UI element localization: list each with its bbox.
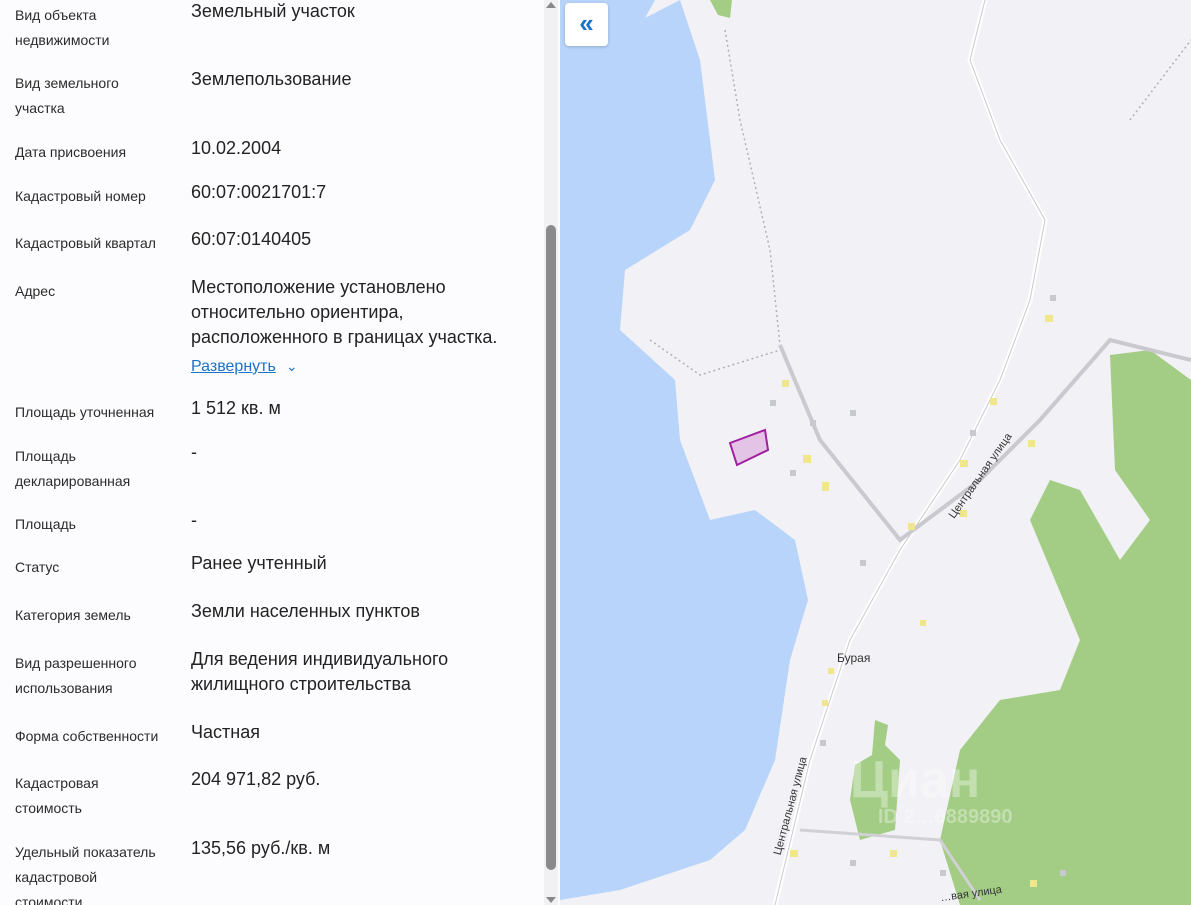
watermark-id: ID 2…6889890	[878, 806, 1013, 828]
field-value: -	[191, 442, 197, 462]
field-value: 204 971,82 руб.	[191, 769, 321, 789]
field-label: Форма собственности	[15, 728, 159, 744]
field-value: 60:07:0021701:7	[191, 182, 327, 202]
path-dotted	[649, 29, 1191, 376]
map-label-village: Бурая	[837, 651, 871, 665]
field-label: Кадастровый номер	[15, 188, 146, 204]
chevron-down-icon: ⌄	[285, 358, 298, 374]
field-value: -	[191, 510, 197, 530]
field-value: 10.02.2004	[191, 138, 282, 158]
field-value: Для ведения индивидуального жилищного ст…	[191, 649, 449, 694]
field-label: Площадь	[15, 516, 76, 532]
field-label: Статус	[15, 559, 60, 575]
field-value: Землепользование	[191, 69, 352, 89]
expand-address-link[interactable]: Развернуть ⌄	[191, 358, 298, 376]
field-label: Площадь декларированная	[15, 448, 131, 489]
scroll-down-arrow-icon[interactable]	[546, 897, 556, 903]
field-label: Дата присвоения	[15, 144, 127, 160]
selected-land-plot	[728, 428, 770, 467]
watermark-logo: Циан	[850, 751, 981, 809]
field-label: Кадастровая стоимость	[15, 775, 99, 816]
field-value: 1 512 кв. м	[191, 398, 281, 418]
field-value: Земли населенных пунктов	[191, 601, 420, 621]
field-value: Ранее учтенный	[191, 553, 327, 573]
lake	[560, 0, 808, 900]
field-value: Земельный участок	[191, 1, 355, 21]
property-details-panel: Вид объекта недвижимости Земельный участо…	[0, 0, 560, 905]
field-value: Частная	[191, 722, 260, 742]
field-label: Адрес	[15, 283, 56, 299]
field-value: Местоположение установлено относительно …	[191, 277, 498, 347]
double-chevron-left-icon: «	[579, 8, 594, 38]
field-value: 135,56 руб./кв. м	[191, 838, 331, 858]
scrollbar-thumb[interactable]	[546, 225, 556, 870]
expand-label: Развернуть	[191, 358, 276, 375]
forest-north	[710, 0, 732, 18]
field-row: Вид объекта недвижимости Земельный участо…	[0, 1, 540, 63]
scroll-up-arrow-icon[interactable]	[546, 2, 556, 8]
field-label: Вид объекта недвижимости	[15, 7, 110, 48]
field-label: Вид земельного участка	[15, 75, 119, 116]
field-label: Кадастровый квартал	[15, 235, 156, 251]
field-label: Площадь уточненная	[15, 404, 155, 420]
collapse-panel-button[interactable]: «	[565, 3, 608, 46]
field-label: Вид разрешенного использования	[15, 655, 137, 696]
panel-scrollbar[interactable]	[544, 0, 558, 905]
field-label: Удельный показатель кадастровой стоимост…	[15, 844, 156, 905]
field-value: 60:07:0140405	[191, 229, 312, 249]
cadastral-map[interactable]: « Бурая Центральная улица Центральная ул…	[560, 0, 1191, 905]
field-label: Категория земель	[15, 607, 131, 623]
